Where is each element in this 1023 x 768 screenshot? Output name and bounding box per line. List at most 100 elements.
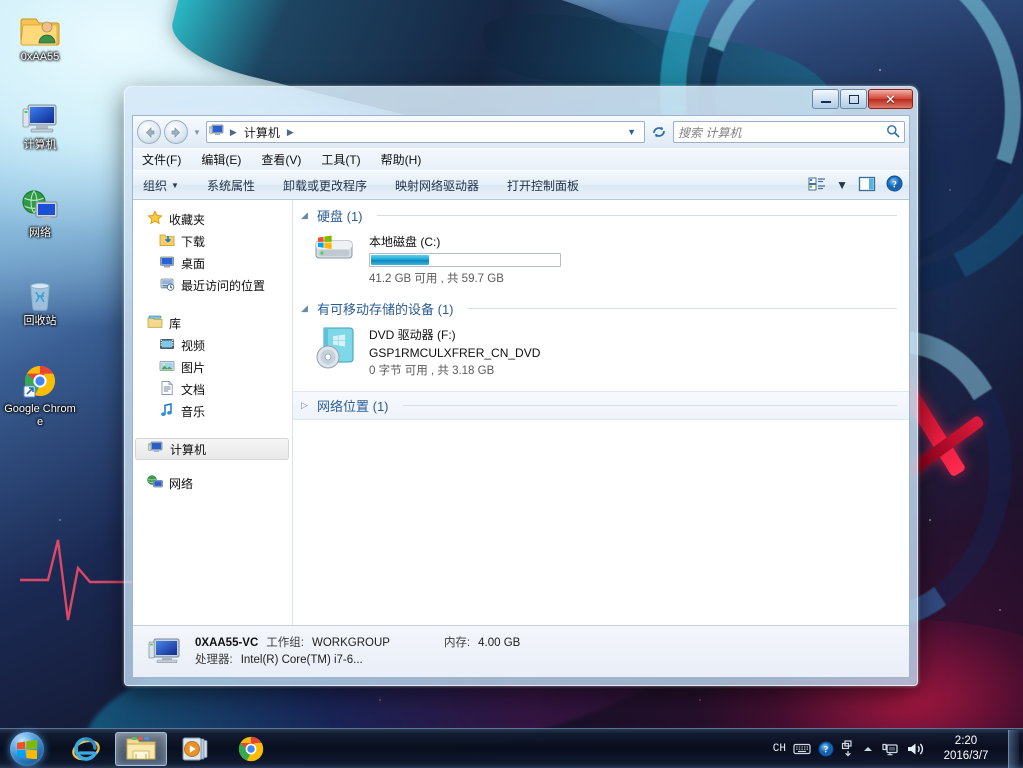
search-input[interactable]: 搜索 计算机: [673, 121, 905, 143]
sidebar-item-favorites[interactable]: 收藏夹: [133, 208, 292, 230]
svg-text:?: ?: [824, 744, 829, 754]
clock[interactable]: 2:20 2016/3/7: [933, 734, 999, 764]
drive-item-local-disk-c[interactable]: 本地磁盘 (C:) 41.2 GB 可用 , 共 59.7 GB: [293, 227, 909, 293]
memory-label: 内存:: [443, 636, 471, 649]
content-pane[interactable]: ◢ 硬盘 (1) 本地磁盘 (C:) 41.2 GB 可用 , 共 59.7 G…: [293, 200, 909, 625]
network-tray-icon[interactable]: [881, 741, 899, 757]
window-control-buttons: ✕: [812, 89, 913, 109]
desktop-icon-network[interactable]: 网络: [2, 180, 78, 240]
sidebar-item-desktop[interactable]: 桌面: [133, 252, 292, 274]
forward-arrow-icon: [171, 126, 180, 138]
sidebar-item-label: 下载: [181, 234, 206, 249]
organize-label: 组织: [143, 178, 168, 193]
sidebar-item-pictures[interactable]: 图片: [133, 356, 292, 378]
minimize-button[interactable]: [812, 89, 839, 109]
system-properties-button[interactable]: 系统属性: [203, 174, 259, 197]
show-hidden-icons-chevron[interactable]: [862, 744, 874, 754]
details-line-2: 处理器: Intel(R) Core(TM) i7-6...: [195, 652, 520, 669]
sidebar-item-libraries[interactable]: 库: [133, 312, 292, 334]
breadcrumb-computer[interactable]: 计算机: [242, 123, 282, 142]
group-header-network-locations[interactable]: ▷ 网络位置 (1): [293, 391, 909, 420]
taskbar-internet-explorer[interactable]: [60, 732, 112, 766]
up-down-arrows-icon[interactable]: [841, 739, 855, 758]
sidebar-item-music[interactable]: 音乐: [133, 400, 292, 422]
search-icon: [886, 124, 900, 141]
group-header-removable-storage[interactable]: ◢ 有可移动存储的设备 (1): [293, 293, 909, 320]
sidebar-item-videos[interactable]: 视频: [133, 334, 292, 356]
capacity-bar: [369, 253, 561, 267]
menu-tools[interactable]: 工具(T): [319, 150, 362, 169]
group-title: 网络位置 (1): [317, 399, 389, 414]
organize-button[interactable]: 组织 ▼: [139, 174, 183, 197]
network-icon: [147, 474, 163, 492]
ime-indicator[interactable]: CH: [773, 743, 786, 755]
open-control-panel-button[interactable]: 打开控制面板: [503, 174, 583, 197]
computer-icon: [145, 636, 185, 668]
details-pane: 0XAA55-VC 工作组: WORKGROUP 内存: 4.00 GB 处理器…: [133, 625, 909, 677]
windows-explorer-window[interactable]: ✕ ▼ ▶ 计算机 ▶ ▼ 搜索 计算机 文件(F) 编辑(E) 查看(V) 工…: [124, 86, 918, 686]
pictures-icon: [159, 358, 175, 377]
sidebar-item-recent-places[interactable]: 最近访问的位置: [133, 274, 292, 296]
maximize-icon: [848, 94, 859, 104]
sidebar-item-documents[interactable]: 文档: [133, 378, 292, 400]
dvd-drive-icon: [311, 324, 359, 379]
menu-edit[interactable]: 编辑(E): [199, 150, 243, 169]
drive-info: DVD 驱动器 (F:) GSP1RMCULXFRER_CN_DVD 0 字节 …: [369, 324, 540, 379]
expand-triangle-icon[interactable]: ◢: [301, 303, 311, 314]
address-dropdown-icon[interactable]: ▼: [621, 127, 642, 137]
desktop-icon-chrome[interactable]: Google Chrome: [2, 356, 78, 429]
svg-text:?: ?: [892, 180, 897, 190]
preview-pane-icon[interactable]: [858, 176, 876, 195]
desktop-icon-user-folder[interactable]: 0xAA55: [2, 4, 78, 64]
chevron-down-icon: ▼: [171, 180, 179, 190]
help-icon[interactable]: ?: [886, 175, 903, 195]
collapse-triangle-icon[interactable]: ▷: [301, 400, 311, 411]
sidebar-item-network[interactable]: 网络: [133, 472, 292, 494]
details-text: 0XAA55-VC 工作组: WORKGROUP 内存: 4.00 GB 处理器…: [195, 635, 520, 669]
recent-pages-chevron-icon[interactable]: ▼: [191, 128, 203, 137]
menu-help[interactable]: 帮助(H): [379, 150, 424, 169]
desktop-icon-recycle-bin[interactable]: 回收站: [2, 268, 78, 328]
address-bar[interactable]: ▶ 计算机 ▶ ▼: [205, 121, 645, 143]
taskbar-windows-explorer[interactable]: [115, 731, 167, 766]
close-button[interactable]: ✕: [868, 89, 913, 109]
processor-label: 处理器:: [195, 653, 233, 666]
downloads-icon: [159, 232, 175, 251]
start-button[interactable]: [2, 730, 52, 768]
view-options-icon[interactable]: [808, 176, 826, 195]
system-tray: CH ? 2:20 2016/3/7: [773, 729, 1023, 768]
windows-explorer-icon: [126, 736, 156, 759]
group-header-hard-disks[interactable]: ◢ 硬盘 (1): [293, 200, 909, 227]
expand-triangle-icon[interactable]: ◢: [301, 210, 311, 221]
sidebar-item-label: 最近访问的位置: [181, 278, 266, 293]
uninstall-change-program-button[interactable]: 卸载或更改程序: [279, 174, 371, 197]
refresh-button[interactable]: [648, 121, 670, 143]
window-title-bar[interactable]: ✕: [125, 87, 917, 115]
menu-view[interactable]: 查看(V): [259, 150, 303, 169]
taskbar-windows-media-player[interactable]: [170, 732, 222, 766]
show-desktop-button[interactable]: [1008, 729, 1019, 768]
drive-item-dvd-f[interactable]: DVD 驱动器 (F:) GSP1RMCULXFRER_CN_DVD 0 字节 …: [293, 320, 909, 385]
volume-icon[interactable]: [906, 741, 926, 757]
view-options-chevron-icon[interactable]: ▼: [836, 178, 848, 192]
breadcrumb-separator-end[interactable]: ▶: [284, 127, 297, 138]
sidebar-item-downloads[interactable]: 下载: [133, 230, 292, 252]
desktop-icon-computer[interactable]: 计算机: [2, 92, 78, 152]
music-icon: [159, 402, 175, 421]
videos-icon: [159, 336, 175, 355]
drive-volume-label: GSP1RMCULXFRER_CN_DVD: [369, 346, 541, 360]
help-icon[interactable]: ?: [818, 741, 834, 757]
back-button[interactable]: [137, 120, 161, 144]
maximize-button[interactable]: [840, 89, 867, 109]
keyboard-icon[interactable]: [793, 742, 811, 755]
map-network-drive-button[interactable]: 映射网络驱动器: [391, 174, 483, 197]
forward-button[interactable]: [164, 120, 188, 144]
taskbar-chrome[interactable]: [225, 732, 277, 766]
close-icon: ✕: [885, 91, 896, 107]
desktop-icon-label: 回收站: [23, 315, 57, 327]
menu-file[interactable]: 文件(F): [140, 150, 183, 169]
sidebar-item-label: 收藏夹: [169, 212, 206, 227]
group-rule: [402, 405, 897, 406]
command-bar-right: ▼ ?: [808, 175, 903, 195]
sidebar-item-computer[interactable]: 计算机: [135, 438, 289, 460]
